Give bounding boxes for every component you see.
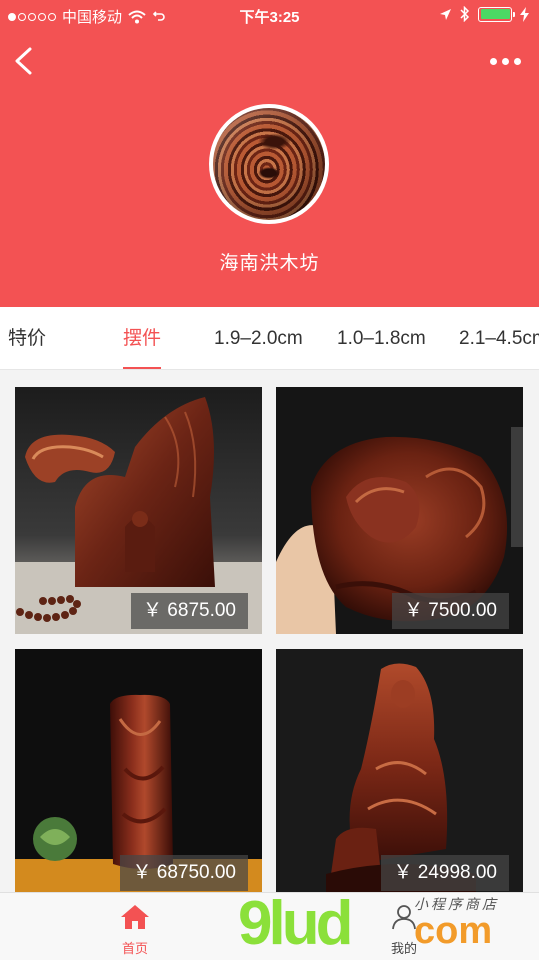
product-price: ￥ 7500.00 <box>392 593 509 629</box>
nav-mine[interactable]: 我的 <box>364 903 444 957</box>
product-price: ￥ 6875.00 <box>131 593 248 629</box>
nav-mine-label: 我的 <box>390 941 417 956</box>
product-price: ￥ 24998.00 <box>381 855 509 891</box>
product-price: ￥ 68750.00 <box>120 855 248 891</box>
product-card[interactable]: ￥ 6875.00 <box>15 387 262 634</box>
avatar-image <box>213 108 325 220</box>
bluetooth-icon <box>460 6 470 22</box>
shop-avatar <box>209 104 329 224</box>
back-button[interactable] <box>10 44 40 78</box>
charging-bolt-icon <box>520 6 529 22</box>
tab-size-1-9-2-0[interactable]: 1.9–2.0cm <box>214 307 303 369</box>
shop-header: 中国移动 下午3:25 海南洪木坊 <box>0 0 539 307</box>
status-right <box>439 6 529 22</box>
product-card[interactable]: ￥ 24998.00 <box>276 649 523 896</box>
location-arrow-icon <box>440 8 451 20</box>
tab-size-1-0-1-8[interactable]: 1.0–1.8cm <box>337 307 426 369</box>
shop-name: 海南洪木坊 <box>219 253 320 274</box>
bottom-navigation: 首页 我的 <box>0 892 539 960</box>
more-button[interactable] <box>487 52 523 70</box>
user-icon <box>392 905 416 930</box>
nav-home-label: 首页 <box>121 941 148 956</box>
status-bar: 中国移动 下午3:25 <box>0 0 539 32</box>
more-dots-icon <box>489 57 497 65</box>
tab-size-2-1-4-5[interactable]: 2.1–4.5cm <box>459 307 539 369</box>
tab-special-price[interactable]: 特价 <box>8 307 46 369</box>
product-card[interactable]: ￥ 7500.00 <box>276 387 523 634</box>
home-icon <box>121 905 149 929</box>
chevron-left-icon <box>15 47 32 75</box>
battery-icon <box>478 6 515 22</box>
category-tabs: 特价 摆件 1.9–2.0cm 1.0–1.8cm 2.1–4.5cm <box>0 307 539 370</box>
product-card[interactable]: ￥ 68750.00 <box>15 649 262 896</box>
nav-home[interactable]: 首页 <box>95 903 175 957</box>
tab-ornaments[interactable]: 摆件 <box>123 307 162 369</box>
